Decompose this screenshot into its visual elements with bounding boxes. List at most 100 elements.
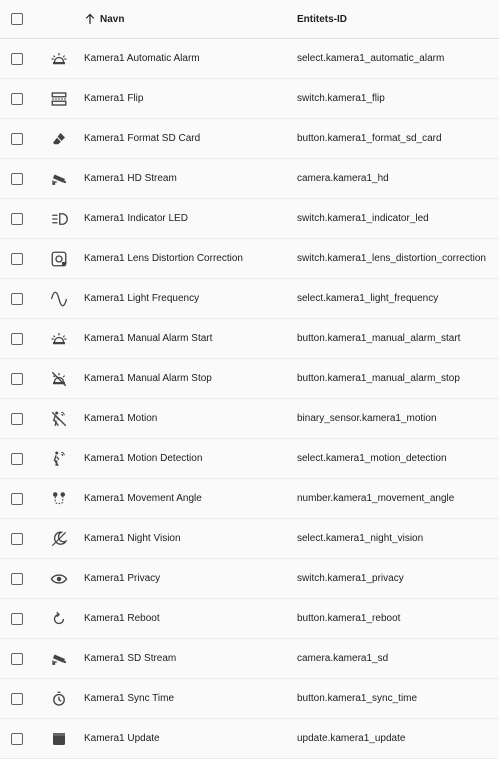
- entity-name: Kamera1 Manual Alarm Start: [84, 333, 213, 344]
- entity-name: Kamera1 Movement Angle: [84, 493, 202, 504]
- entity-id: select.kamera1_light_frequency: [297, 293, 439, 304]
- table-row[interactable]: Kamera1 Motion binary_sensor.kamera1_moti…: [0, 399, 499, 439]
- table-row[interactable]: Kamera1 Sync Time button.kamera1_sync_tim…: [0, 679, 499, 719]
- cctv-icon: [52, 174, 67, 185]
- row-icon-cell: [34, 330, 84, 348]
- entity-name: Kamera1 SD Stream: [84, 653, 177, 664]
- row-check-cell: [0, 732, 34, 745]
- entity-name: Kamera1 Update: [84, 733, 160, 744]
- row-check-cell: [0, 332, 34, 345]
- row-check-cell: [0, 572, 34, 585]
- row-icon-cell: [34, 170, 84, 188]
- row-check-cell: [0, 612, 34, 625]
- map-marker-path-icon: [53, 491, 65, 504]
- entity-name: Kamera1 Reboot: [84, 613, 160, 624]
- row-checkbox[interactable]: [11, 372, 23, 385]
- table-row[interactable]: Kamera1 Manual Alarm Stop button.kamera1_…: [0, 359, 499, 399]
- row-icon-cell: [34, 410, 84, 428]
- table-row[interactable]: Kamera1 Automatic Alarm select.kamera1_au…: [0, 39, 499, 79]
- row-checkbox[interactable]: [11, 612, 23, 625]
- table-row[interactable]: Kamera1 Reboot button.kamera1_reboot: [0, 599, 499, 639]
- row-checkbox[interactable]: [11, 652, 23, 665]
- entity-name: Kamera1 Night Vision: [84, 533, 181, 544]
- name-column-header[interactable]: Navn: [84, 13, 297, 25]
- table-row[interactable]: Kamera1 Light Frequency select.kamera1_li…: [0, 279, 499, 319]
- row-checkbox[interactable]: [11, 92, 23, 105]
- row-checkbox[interactable]: [11, 52, 23, 65]
- row-icon-cell: [34, 650, 84, 668]
- table-row[interactable]: Kamera1 Privacy switch.kamera1_privacy: [0, 559, 499, 599]
- row-icon-cell: [34, 130, 84, 148]
- entity-name: Kamera1 Lens Distortion Correction: [84, 253, 243, 264]
- eye-icon: [50, 573, 68, 584]
- entity-id-column-header[interactable]: Entitets-ID: [297, 14, 499, 25]
- entity-id: binary_sensor.kamera1_motion: [297, 413, 437, 424]
- table-row[interactable]: Kamera1 Manual Alarm Start button.kamera1…: [0, 319, 499, 359]
- entity-id: button.kamera1_sync_time: [297, 693, 418, 704]
- row-checkbox[interactable]: [11, 492, 23, 505]
- table-row[interactable]: Kamera1 Flip switch.kamera1_flip: [0, 79, 499, 119]
- row-icon-cell: [34, 210, 84, 228]
- entity-id: camera.kamera1_hd: [297, 173, 389, 184]
- row-checkbox[interactable]: [11, 692, 23, 705]
- led-indicator-icon: [52, 212, 68, 225]
- row-icon-cell: [34, 50, 84, 68]
- sine-wave-icon: [50, 291, 68, 306]
- row-checkbox[interactable]: [11, 532, 23, 545]
- row-checkbox[interactable]: [11, 132, 23, 145]
- row-checkbox[interactable]: [11, 452, 23, 465]
- row-icon-cell: [34, 490, 84, 508]
- table-row[interactable]: Kamera1 Motion Detection select.kamera1_m…: [0, 439, 499, 479]
- select-all-checkbox[interactable]: [11, 13, 23, 25]
- table-row[interactable]: Kamera1 Format SD Card button.kamera1_for…: [0, 119, 499, 159]
- row-checkbox[interactable]: [11, 332, 23, 345]
- row-icon-cell: [34, 90, 84, 108]
- table-row[interactable]: Kamera1 Lens Distortion Correction switch…: [0, 239, 499, 279]
- entity-name: Kamera1 Format SD Card: [84, 133, 201, 144]
- row-checkbox[interactable]: [11, 412, 23, 425]
- entity-id-column-label: Entitets-ID: [297, 13, 347, 25]
- table-row[interactable]: Kamera1 Movement Angle number.kamera1_mov…: [0, 479, 499, 519]
- name-column-label: Navn: [100, 13, 125, 25]
- sort-by-name[interactable]: Navn: [84, 13, 297, 25]
- row-icon-cell: [34, 370, 84, 388]
- row-icon-cell: [34, 250, 84, 268]
- entity-name: Kamera1 Automatic Alarm: [84, 53, 200, 64]
- restart-icon: [53, 611, 65, 624]
- entity-name: Kamera1 Motion: [84, 413, 158, 424]
- entity-id: button.kamera1_manual_alarm_start: [297, 333, 461, 344]
- entity-id: number.kamera1_movement_angle: [297, 493, 455, 504]
- alarm-light-icon: [51, 332, 67, 344]
- eraser-icon: [53, 132, 65, 144]
- row-checkbox[interactable]: [11, 292, 23, 305]
- row-checkbox[interactable]: [11, 732, 23, 745]
- row-check-cell: [0, 132, 34, 145]
- package-up-icon: [53, 732, 65, 745]
- row-check-cell: [0, 252, 34, 265]
- row-check-cell: [0, 172, 34, 185]
- entity-id: select.kamera1_night_vision: [297, 533, 424, 544]
- entity-id: button.kamera1_reboot: [297, 613, 401, 624]
- row-icon-cell: [34, 290, 84, 308]
- table-row[interactable]: Kamera1 Night Vision select.kamera1_night…: [0, 519, 499, 559]
- entity-id: select.kamera1_motion_detection: [297, 453, 447, 464]
- row-checkbox[interactable]: [11, 252, 23, 265]
- row-check-cell: [0, 212, 34, 225]
- table-row[interactable]: Kamera1 Indicator LED switch.kamera1_indi…: [0, 199, 499, 239]
- row-checkbox[interactable]: [11, 212, 23, 225]
- table-row[interactable]: Kamera1 Update update.kamera1_update: [0, 719, 499, 759]
- arrow-up-icon: [85, 13, 95, 25]
- row-icon-cell: [34, 610, 84, 628]
- row-check-cell: [0, 532, 34, 545]
- select-all-cell: [0, 13, 34, 25]
- row-check-cell: [0, 292, 34, 305]
- table-row[interactable]: Kamera1 HD Stream camera.kamera1_hd: [0, 159, 499, 199]
- row-check-cell: [0, 412, 34, 425]
- table-row[interactable]: Kamera1 SD Stream camera.kamera1_sd: [0, 639, 499, 679]
- entity-id: switch.kamera1_privacy: [297, 573, 404, 584]
- row-checkbox[interactable]: [11, 172, 23, 185]
- row-checkbox[interactable]: [11, 572, 23, 585]
- flip-icon: [51, 91, 67, 106]
- row-icon-cell: [34, 570, 84, 588]
- entity-name: Kamera1 Flip: [84, 93, 144, 104]
